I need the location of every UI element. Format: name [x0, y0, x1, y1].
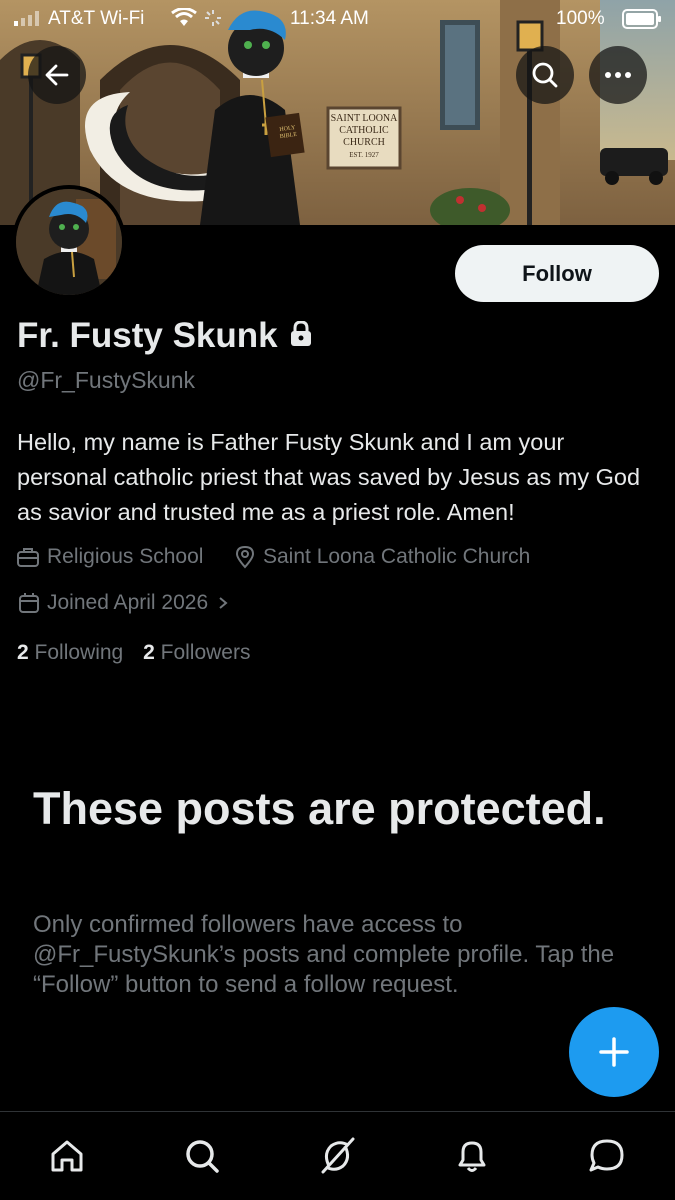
home-icon — [51, 1140, 83, 1172]
back-button[interactable] — [28, 46, 86, 104]
plus-icon — [599, 1037, 629, 1067]
search-button[interactable] — [516, 46, 574, 104]
following-link[interactable]: 2 Following — [17, 641, 123, 664]
tab-explore[interactable] — [180, 1134, 224, 1178]
search-icon — [532, 62, 558, 88]
avatar[interactable] — [12, 185, 126, 299]
signal-icon — [14, 10, 44, 32]
profile-joined[interactable]: Joined April 2026 — [19, 591, 230, 615]
tab-home[interactable] — [45, 1134, 89, 1178]
display-name: Fr. Fusty Skunk — [17, 316, 278, 355]
more-icon — [605, 72, 631, 78]
tab-notifications[interactable] — [450, 1134, 494, 1178]
followers-label: Followers — [160, 641, 251, 664]
chevron-right-icon — [219, 597, 228, 609]
wifi-icon — [170, 7, 198, 34]
profile-location: Saint Loona Catholic Church — [235, 545, 530, 569]
lock-icon — [290, 316, 312, 356]
username: @Fr_FustySkunk — [17, 367, 196, 393]
follow-button[interactable]: Follow — [455, 245, 659, 302]
protected-message: Only confirmed followers have access to … — [33, 911, 615, 998]
location-label: Saint Loona Catholic Church — [263, 545, 531, 568]
compose-button[interactable] — [569, 1007, 659, 1097]
status-bar: AT&T Wi-Fi 11:34 AM 100% — [0, 0, 675, 38]
briefcase-icon — [17, 548, 39, 567]
followers-count: 2 — [143, 641, 155, 664]
tab-messages[interactable] — [585, 1134, 629, 1178]
following-count: 2 — [17, 641, 29, 664]
tab-grok[interactable] — [315, 1134, 359, 1178]
followers-link[interactable]: 2 Followers — [143, 641, 250, 664]
following-label: Following — [34, 641, 124, 664]
sign-line: EST. 1927 — [349, 151, 379, 159]
protected-title: These posts are protected. — [33, 783, 606, 834]
grok-icon — [321, 1137, 355, 1174]
profile-category[interactable]: Religious School — [17, 545, 203, 569]
location-pin-icon — [235, 545, 255, 569]
joined-label: Joined April 2026 — [47, 591, 209, 614]
sign-line: SAINT LOONA — [330, 113, 398, 124]
profile-name-row: Fr. Fusty Skunk — [17, 316, 312, 356]
sign-line: CATHOLIC — [339, 125, 389, 136]
loading-icon — [204, 9, 222, 33]
avatar-image — [16, 189, 122, 295]
clock: 11:34 AM — [290, 8, 369, 29]
battery-percent: 100% — [556, 8, 605, 29]
notifications-icon — [458, 1141, 486, 1172]
explore-icon — [186, 1140, 219, 1173]
church-sign: SAINT LOONA CATHOLIC CHURCH EST. 1927 — [330, 113, 398, 161]
calendar-icon — [19, 593, 39, 613]
more-button[interactable] — [589, 46, 647, 104]
messages-icon — [589, 1139, 624, 1172]
follow-counts: 2 Following 2 Followers — [17, 641, 250, 665]
carrier-label: AT&T Wi-Fi — [48, 8, 145, 29]
arrow-left-icon — [45, 64, 69, 86]
bottom-tab-bar — [0, 1111, 675, 1200]
profile-bio: Hello, my name is Father Fusty Skunk and… — [17, 429, 641, 525]
sign-line: CHURCH — [343, 137, 385, 148]
category-label: Religious School — [47, 545, 204, 568]
battery-icon — [622, 9, 662, 35]
